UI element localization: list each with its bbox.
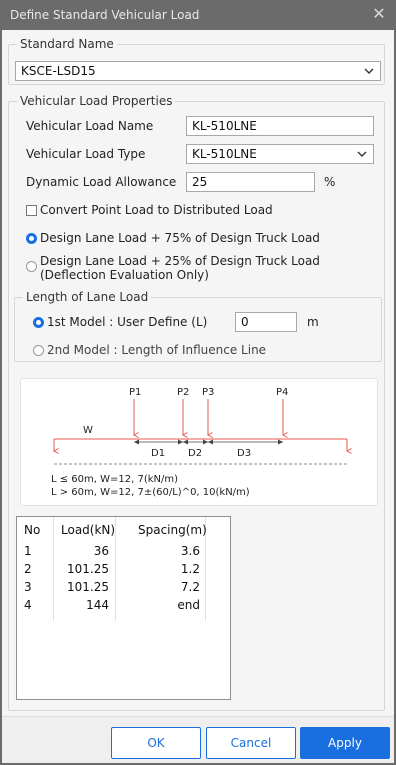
chevron-down-icon [364, 68, 374, 74]
design-option-2-radio[interactable] [26, 261, 37, 272]
lane-model-1-label: 1st Model : User Define (L) [47, 315, 208, 329]
design-option-1-radio[interactable] [26, 233, 37, 244]
cell-load: 101.25 [67, 580, 109, 594]
standard-name-select[interactable]: KSCE-LSD15 [15, 61, 381, 81]
lane-model-1-radio[interactable] [33, 317, 44, 328]
cell-load: 101.25 [67, 562, 109, 576]
lane-model-1-unit: m [307, 315, 319, 329]
dynamic-load-allowance-value: 25 [192, 175, 208, 189]
lane-model-2-radio[interactable] [33, 345, 44, 356]
design-option-2-label-line2: (Deflection Evaluation Only) [40, 268, 209, 282]
vehicle-load-table: No Load(kN) Spacing(m) 1 36 3.6 2 101.25… [16, 516, 231, 700]
cell-load: 36 [93, 544, 109, 558]
vehicular-load-name-label: Vehicular Load Name [26, 119, 154, 133]
point-load-p3: P3 [202, 387, 214, 435]
table-header-load: Load(kN) [61, 523, 116, 537]
convert-point-load-checkbox[interactable] [26, 205, 37, 216]
standard-name-legend: Standard Name [17, 36, 117, 52]
cell-no: 4 [24, 598, 32, 612]
spacing-dimensions: D1 D2 D3 [134, 439, 283, 459]
dynamic-load-allowance-label: Dynamic Load Allowance [26, 175, 177, 189]
table-header-spacing: Spacing(m) [138, 523, 207, 537]
diagram-note-2: L > 60m, W=12, 7±(60/L)^0, 10(kN/m) [51, 487, 250, 498]
vehicular-load-type-select[interactable]: KL-510LNE [186, 144, 374, 164]
load-label-p1: P1 [129, 387, 141, 398]
vehicular-load-name-value: KL-510LNE [192, 119, 257, 133]
cell-no: 2 [24, 562, 32, 576]
load-label-p4: P4 [276, 387, 288, 398]
cell-spacing: end [177, 598, 200, 612]
load-diagram-svg: P1 P2 P3 P4 W D1 D2 D3 L ≤ 60m, W=12, 7(… [51, 387, 377, 498]
apply-button[interactable]: Apply [300, 727, 390, 759]
cell-spacing: 3.6 [180, 544, 200, 558]
cell-no: 1 [24, 544, 32, 558]
load-label-p3: P3 [202, 387, 214, 398]
cancel-button[interactable]: Cancel [206, 727, 296, 759]
table-header-no: No [24, 523, 41, 537]
cell-spacing: 1.2 [180, 562, 200, 576]
cell-no: 3 [24, 580, 32, 594]
vehicular-load-legend: Vehicular Load Properties [17, 93, 176, 109]
ok-button[interactable]: OK [111, 727, 201, 759]
vehicular-load-name-input[interactable]: KL-510LNE [186, 116, 374, 136]
lane-model-1-value: 0 [241, 315, 249, 329]
load-label-p2: P2 [177, 387, 189, 398]
standard-name-value: KSCE-LSD15 [21, 64, 96, 78]
spacing-label-d2: D2 [188, 448, 202, 459]
percent-unit: % [324, 175, 336, 189]
window-title: Define Standard Vehicular Load [10, 8, 200, 22]
distributed-load-label: W [83, 425, 93, 436]
lane-load-legend: Length of Lane Load [23, 289, 152, 305]
column-divider [115, 517, 116, 621]
chevron-down-icon [357, 151, 367, 157]
point-load-p4: P4 [276, 387, 288, 435]
close-icon[interactable]: ✕ [370, 5, 388, 23]
point-load-p1: P1 [129, 387, 141, 435]
convert-point-load-label: Convert Point Load to Distributed Load [40, 203, 273, 217]
dialog-footer: OK Cancel Apply [2, 716, 394, 763]
point-load-p2: P2 [177, 387, 189, 435]
design-option-1-label: Design Lane Load + 75% of Design Truck L… [40, 231, 320, 245]
lane-model-1-input[interactable]: 0 [235, 312, 297, 332]
vehicular-load-diagram: P1 P2 P3 P4 W D1 D2 D3 L ≤ 60m, W=12, 7(… [20, 378, 378, 506]
title-bar: Define Standard Vehicular Load ✕ [0, 0, 396, 30]
lane-model-2-label: 2nd Model : Length of Influence Line [47, 343, 267, 357]
vehicular-load-type-label: Vehicular Load Type [26, 147, 146, 161]
dynamic-load-allowance-input[interactable]: 25 [186, 172, 315, 192]
vehicular-load-type-value: KL-510LNE [192, 147, 257, 161]
cell-load: 144 [86, 598, 109, 612]
dialog-body: Standard Name KSCE-LSD15 Vehicular Load … [2, 30, 394, 763]
cell-spacing: 7.2 [180, 580, 200, 594]
column-divider [53, 517, 54, 621]
spacing-label-d1: D1 [151, 448, 165, 459]
diagram-note-1: L ≤ 60m, W=12, 7(kN/m) [51, 474, 178, 485]
spacing-label-d3: D3 [237, 448, 251, 459]
